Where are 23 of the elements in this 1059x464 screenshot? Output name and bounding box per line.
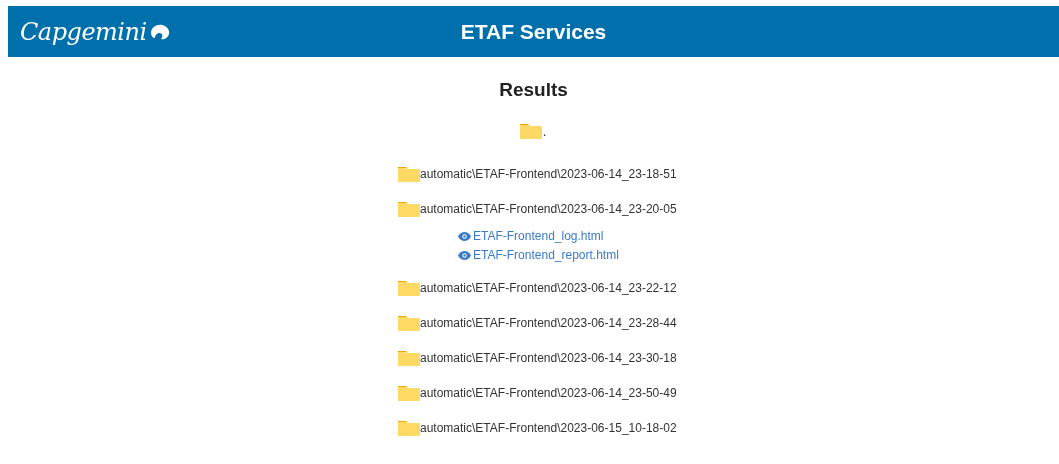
folder-item[interactable]: automatic\ETAF-Frontend\2023-06-14_23-20-05 [398, 191, 677, 226]
folder-icon [398, 279, 420, 296]
folder-item[interactable]: automatic\ETAF-Frontend\2023-06-14_23-22-12 [398, 270, 677, 305]
folder-item[interactable]: automatic\ETAF-Frontend\2023-06-14_23-18-51 [398, 156, 677, 191]
folder-icon [398, 419, 420, 436]
folder-icon [398, 384, 420, 401]
folder-item[interactable]: automatic\ETAF-Frontend\2023-06-14_23-50-49 [398, 375, 677, 410]
folder-item[interactable]: automatic\ETAF-Frontend\2023-06-15_10-18-02 [398, 410, 677, 445]
page-title: Results [498, 79, 569, 101]
eye-icon [458, 231, 471, 241]
logo: Capgemini [20, 17, 147, 46]
eye-icon [458, 250, 471, 260]
folder-icon [398, 314, 420, 331]
folder-icon [398, 349, 420, 366]
folder-icon [520, 123, 543, 139]
folder-item[interactable]: automatic\ETAF-Frontend\2023-06-14_23-30-18 [398, 340, 677, 375]
app-title: ETAF Services [460, 19, 607, 43]
file-link[interactable]: ETAF-Frontend_report.html [458, 248, 619, 262]
folder-item[interactable]: automatic\ETAF-Frontend\2023-06-14_23-28-44 [398, 305, 677, 340]
root-folder-item[interactable]: . [520, 123, 547, 139]
folder-icon [398, 200, 420, 217]
file-link[interactable]: ETAF-Frontend_log.html [458, 229, 619, 243]
folder-icon [398, 165, 420, 182]
